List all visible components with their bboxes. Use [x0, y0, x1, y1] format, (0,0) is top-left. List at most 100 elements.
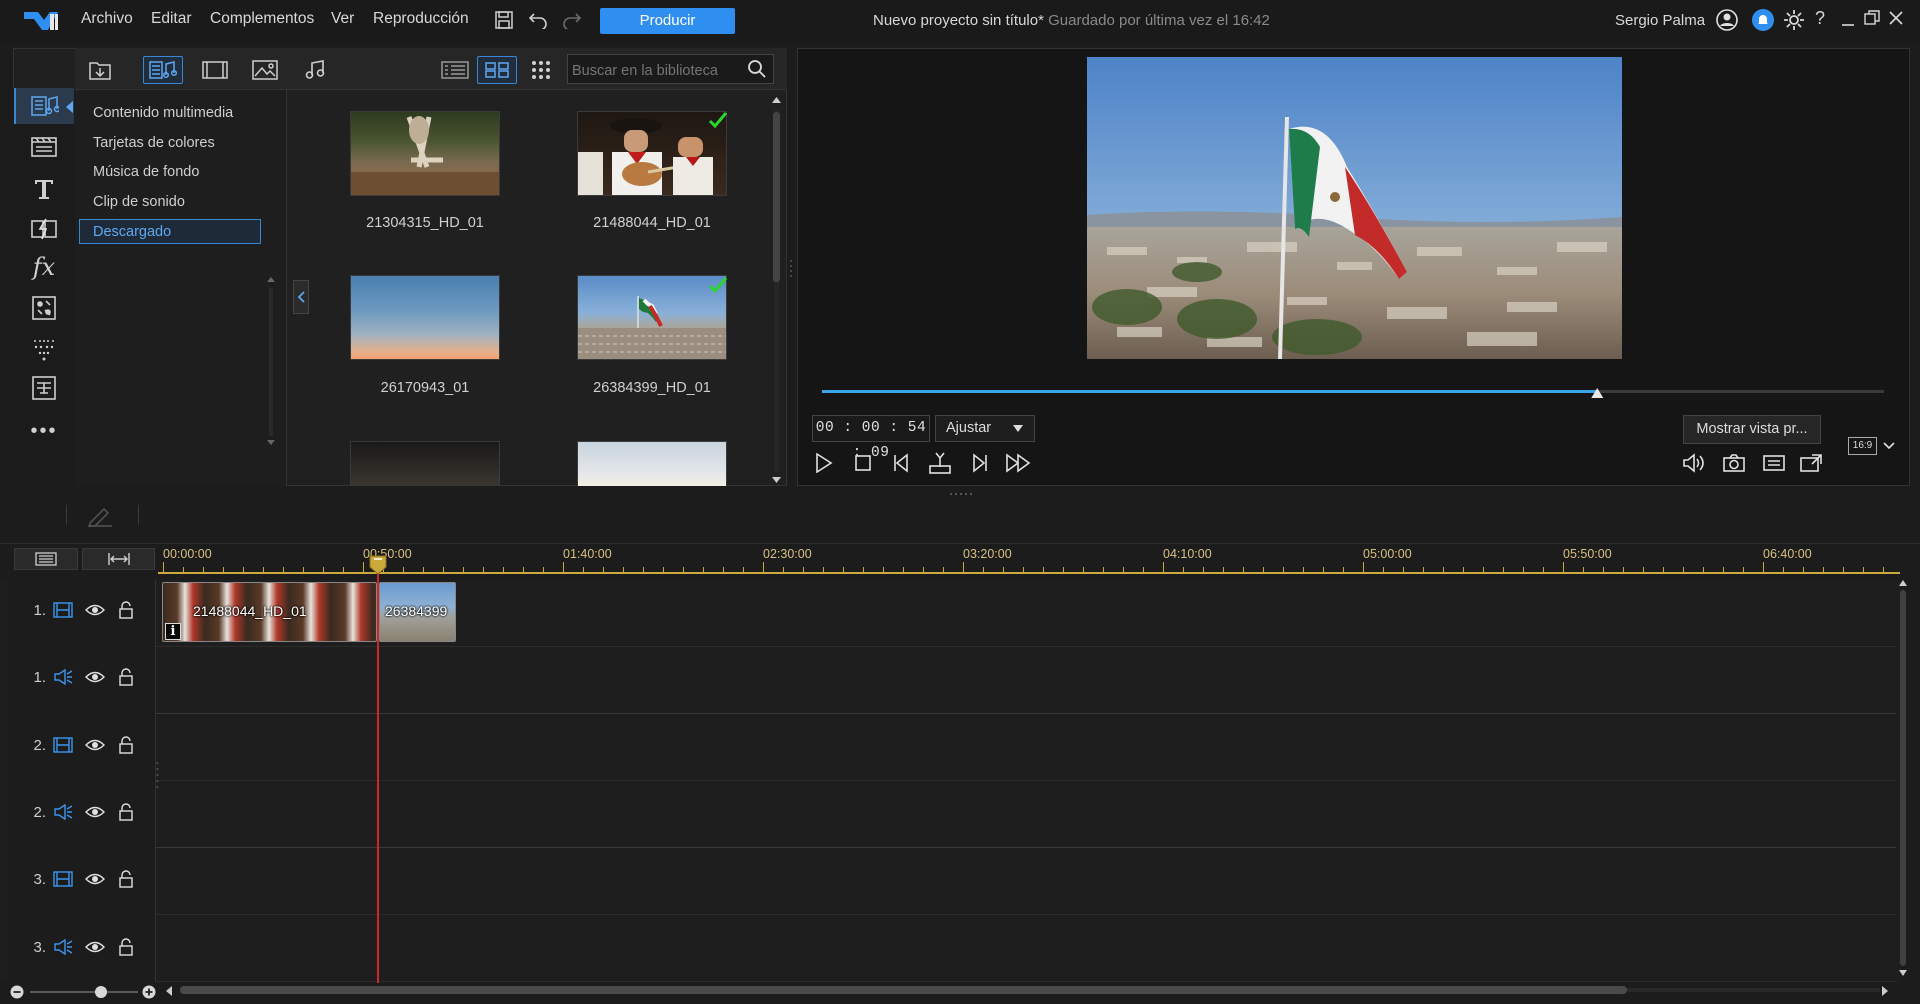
menu-reproduccion[interactable]: Reproducción [373, 10, 469, 28]
chevron-down-icon[interactable] [1883, 442, 1895, 450]
timeline-ruler[interactable] [158, 544, 1900, 580]
track-row-audio-1[interactable] [8, 647, 1896, 714]
lock-icon[interactable] [118, 668, 134, 686]
lock-icon[interactable] [118, 870, 134, 888]
snapshot-camera-icon[interactable] [1717, 448, 1751, 478]
track-row-video-3[interactable] [8, 848, 1896, 915]
search-icon[interactable] [747, 59, 767, 79]
volume-icon[interactable] [1677, 448, 1711, 478]
vertical-splitter-handle[interactable] [789, 258, 793, 282]
grid-view-button[interactable] [477, 56, 517, 84]
scroll-left-icon[interactable] [164, 985, 174, 997]
aspect-ratio-button[interactable]: 16:9 [1848, 437, 1877, 455]
menu-archivo[interactable]: Archivo [81, 10, 133, 28]
restore-icon[interactable] [1864, 10, 1880, 26]
split-clip-icon[interactable] [923, 448, 957, 478]
media-thumb-5[interactable] [350, 441, 500, 486]
help-icon[interactable]: ? [1815, 8, 1825, 29]
notification-icon[interactable] [1752, 9, 1774, 31]
fast-forward-icon[interactable] [1001, 448, 1035, 478]
next-frame-icon[interactable] [962, 448, 996, 478]
media-thumb-4[interactable] [577, 275, 727, 360]
undock-preview-icon[interactable] [1794, 448, 1828, 478]
eye-icon[interactable] [85, 872, 105, 886]
timeline-playhead[interactable] [377, 558, 379, 983]
undo-icon[interactable] [528, 11, 548, 29]
track-row-audio-3[interactable] [8, 915, 1896, 982]
eye-icon[interactable] [85, 805, 105, 819]
stop-icon[interactable] [846, 448, 880, 478]
timeline-horizontal-scrollbar[interactable] [180, 984, 1880, 996]
timeline-zoom-slider[interactable] [28, 985, 140, 999]
minimize-icon[interactable] [1840, 9, 1856, 29]
lock-icon[interactable] [118, 601, 134, 619]
category-item-sound-clips[interactable]: Clip de sonido [93, 194, 185, 210]
previous-frame-icon[interactable] [885, 448, 919, 478]
eye-icon[interactable] [85, 940, 105, 954]
subtitle-room-icon[interactable] [14, 370, 74, 406]
zoom-in-icon[interactable] [142, 985, 156, 999]
settings-icon[interactable] [1783, 9, 1805, 31]
import-media-button[interactable] [80, 56, 120, 84]
playhead-handle[interactable] [369, 555, 387, 575]
media-room-icon[interactable] [14, 88, 74, 124]
media-thumb-2[interactable] [577, 111, 727, 196]
filter-image-button[interactable] [245, 56, 285, 84]
category-item-background-music[interactable]: Música de fondo [93, 164, 199, 180]
save-icon[interactable] [494, 10, 514, 30]
close-icon[interactable] [1888, 10, 1904, 26]
media-thumb-3[interactable] [350, 275, 500, 360]
category-item-color-boards[interactable]: Tarjetas de colores [93, 135, 215, 151]
fit-timeline-button[interactable] [82, 548, 155, 570]
preview-seek-bar[interactable] [822, 388, 1884, 398]
more-rooms-icon[interactable]: ••• [14, 413, 74, 449]
show-preview-button[interactable]: Mostrar vista pr... [1683, 415, 1821, 444]
produce-button[interactable]: Producir [600, 8, 735, 34]
menu-ver[interactable]: Ver [331, 10, 354, 28]
filter-all-media-button[interactable] [143, 56, 183, 84]
more-options-grid-icon[interactable] [521, 56, 561, 84]
eye-icon[interactable] [85, 670, 105, 684]
clip-info-icon[interactable]: i [165, 623, 181, 640]
redo-icon[interactable] [562, 11, 582, 29]
lock-icon[interactable] [118, 938, 134, 956]
filter-audio-button[interactable] [295, 56, 335, 84]
timeline-clip-1[interactable]: 21488044_HD_01 i [162, 582, 377, 642]
track-header-resize-handle[interactable] [156, 760, 159, 790]
effects-fx-icon[interactable]: fx [14, 249, 74, 285]
library-scrollbar[interactable] [771, 94, 782, 484]
track-row-video-2[interactable] [8, 714, 1896, 781]
list-view-button[interactable] [435, 56, 475, 84]
media-thumb-6[interactable] [577, 441, 727, 486]
edit-pen-icon[interactable] [86, 505, 114, 527]
pip-objects-icon[interactable] [14, 290, 74, 326]
timeline-vertical-scrollbar[interactable] [1897, 576, 1909, 980]
eye-icon[interactable] [85, 603, 105, 617]
user-name[interactable]: Sergio Palma [1615, 12, 1705, 29]
account-icon[interactable] [1716, 9, 1738, 31]
scroll-right-icon[interactable] [1880, 985, 1890, 997]
title-room-icon[interactable] [14, 171, 74, 207]
track-row-audio-2[interactable] [8, 781, 1896, 848]
transition-room-icon[interactable] [14, 211, 74, 247]
menu-editar[interactable]: Editar [151, 10, 192, 28]
library-search-input[interactable] [567, 54, 774, 84]
timecode-display[interactable]: 00 : 00 : 54 : 09 [812, 415, 930, 461]
templates-icon[interactable] [14, 128, 74, 164]
eye-icon[interactable] [85, 738, 105, 752]
particle-room-icon[interactable] [14, 330, 74, 366]
lock-icon[interactable] [118, 736, 134, 754]
subtitle-toggle-icon[interactable] [1757, 448, 1791, 478]
media-thumb-1[interactable] [350, 111, 500, 196]
menu-complementos[interactable]: Complementos [210, 10, 314, 28]
track-manager-button[interactable] [14, 548, 78, 570]
timeline-clip-2[interactable]: 26384399 [379, 582, 456, 642]
category-item-downloaded[interactable]: Descargado [93, 224, 171, 240]
category-scrollbar[interactable] [266, 274, 275, 445]
zoom-out-icon[interactable] [10, 985, 24, 999]
category-item-multimedia[interactable]: Contenido multimedia [93, 105, 233, 121]
lock-icon[interactable] [118, 803, 134, 821]
filter-video-button[interactable] [195, 56, 235, 84]
play-icon[interactable] [807, 448, 841, 478]
collapse-categories-button[interactable] [293, 280, 309, 314]
